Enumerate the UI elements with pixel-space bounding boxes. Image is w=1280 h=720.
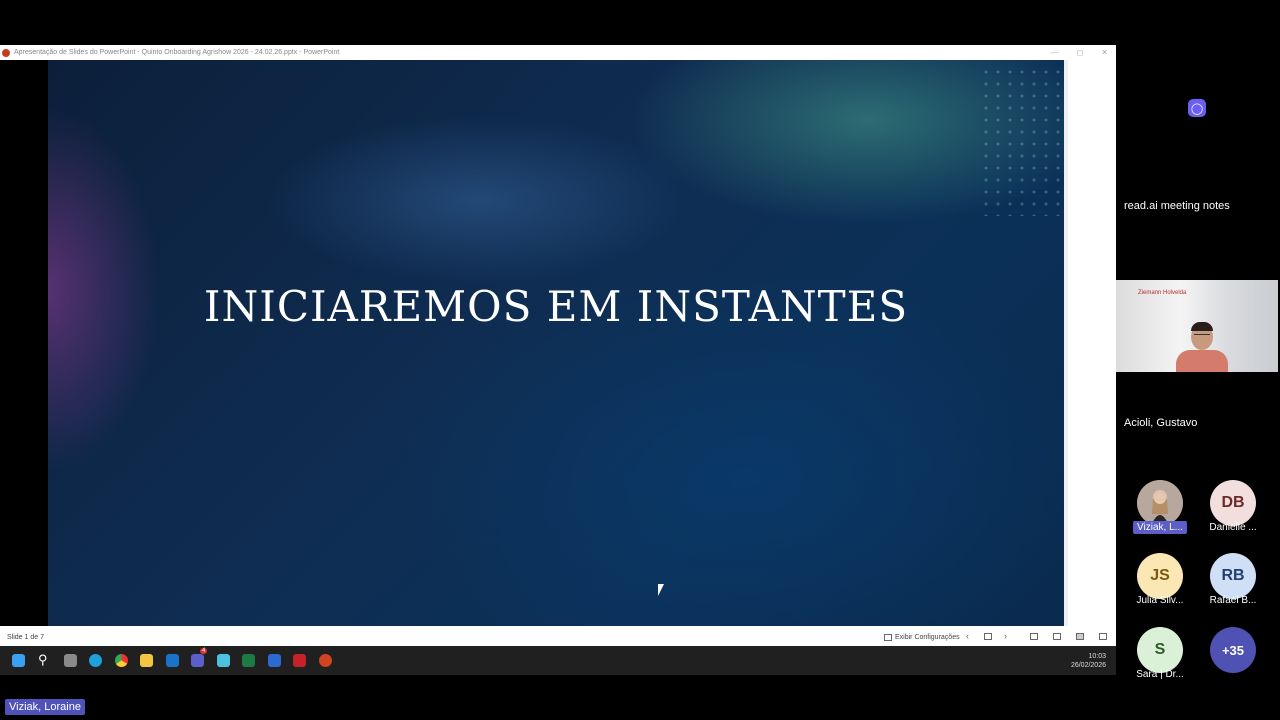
glasses — [1194, 334, 1210, 339]
participant-danielle[interactable]: DB — [1210, 480, 1256, 526]
windows-start-icon[interactable] — [12, 654, 25, 667]
previous-slide-icon[interactable]: ‹ — [966, 631, 969, 641]
reading-view-icon[interactable] — [1076, 633, 1084, 640]
maximize-icon[interactable]: ◻ — [1077, 48, 1084, 57]
teams-icon[interactable] — [191, 654, 204, 667]
minimize-icon[interactable]: — — [1051, 48, 1059, 57]
participant-name: Sara | Dr... — [1136, 669, 1184, 680]
windows-taskbar: ⚲ 4 10:03 26/02/2026 — [0, 646, 1116, 675]
avatar-initials: S — [1137, 627, 1183, 673]
teams-badge: 4 — [200, 648, 208, 654]
avatar-initials: RB — [1210, 553, 1256, 599]
monitor-icon — [884, 634, 892, 641]
window-title: Apresentação de Slides do PowerPoint - Q… — [14, 49, 340, 56]
slide-area: INICIAREMOS EM INSTANTES — [0, 60, 1068, 626]
slide-view-icon[interactable] — [984, 633, 992, 640]
powerpoint-statusbar: Slide 1 de 7 Exibir Configurações ‹ › — [0, 626, 1116, 646]
person-hair — [1191, 322, 1213, 331]
outlook-icon[interactable] — [166, 654, 179, 667]
dot-pattern-decoration — [980, 66, 1060, 216]
excel-icon[interactable] — [242, 654, 255, 667]
readai-participant-name: read.ai meeting notes — [1124, 200, 1230, 212]
powerpoint-titlebar: Apresentação de Slides do PowerPoint - Q… — [0, 45, 1116, 60]
slide-title: INICIAREMOS EM INSTANTES — [203, 282, 909, 331]
acrobat-icon[interactable] — [293, 654, 306, 667]
video-participant-name: Acioli, Gustavo — [1124, 417, 1198, 429]
participant-viziak[interactable] — [1137, 480, 1183, 526]
file-explorer-icon[interactable] — [140, 654, 153, 667]
taskbar-clock[interactable]: 10:03 26/02/2026 — [1071, 652, 1106, 670]
slide-sorter-icon[interactable] — [1053, 633, 1061, 640]
participant-video-tile[interactable]: Ziemann Holvelda — [1116, 280, 1278, 372]
notepad-icon[interactable] — [217, 654, 230, 667]
person-body — [1176, 350, 1228, 372]
word-icon[interactable] — [268, 654, 281, 667]
participant-julia[interactable]: JS — [1137, 553, 1183, 599]
search-icon[interactable]: ⚲ — [38, 652, 48, 668]
slide-edge — [1064, 60, 1068, 626]
participant-name: Rafael B... — [1209, 595, 1257, 606]
mouse-cursor-icon — [658, 584, 664, 596]
participant-rafael[interactable]: RB — [1210, 553, 1256, 599]
window-controls: — ◻ ✕ — [1051, 45, 1108, 60]
avatar-initials: DB — [1210, 480, 1256, 526]
clock-time: 10:03 — [1088, 653, 1106, 660]
avatar-initials: JS — [1137, 553, 1183, 599]
powerpoint-icon — [2, 48, 10, 57]
participant-sara[interactable]: S — [1137, 627, 1183, 673]
clock-date: 26/02/2026 — [1070, 662, 1106, 669]
display-settings-label: Exibir Configurações — [895, 634, 960, 641]
slideshow-view-icon[interactable] — [1099, 633, 1107, 640]
powerpoint-taskbar-icon[interactable] — [319, 654, 332, 667]
more-participants-count: +35 — [1210, 627, 1256, 673]
display-settings-button[interactable]: Exibir Configurações — [884, 634, 960, 641]
task-view-icon[interactable] — [64, 654, 77, 667]
edge-icon[interactable] — [89, 654, 102, 667]
participant-name: Julia Silv... — [1136, 595, 1184, 606]
slide-counter: Slide 1 de 7 — [7, 634, 44, 641]
more-participants-button[interactable]: +35 — [1210, 627, 1256, 673]
close-icon[interactable]: ✕ — [1101, 48, 1108, 57]
person-photo-icon — [1137, 480, 1183, 526]
participant-name: Viziak, L... — [1123, 521, 1197, 534]
presenter-name-tag: Viziak, Loraine — [5, 699, 85, 715]
video-logo: Ziemann Holvelda — [1138, 290, 1187, 296]
avatar-photo — [1137, 480, 1183, 526]
readai-chat-icon: ◯ — [1188, 99, 1206, 117]
chrome-icon[interactable] — [115, 654, 128, 667]
next-slide-icon[interactable]: › — [1004, 631, 1007, 641]
shared-screen: Apresentação de Slides do PowerPoint - Q… — [0, 45, 1116, 675]
normal-view-icon[interactable] — [1030, 633, 1038, 640]
slide[interactable]: INICIAREMOS EM INSTANTES — [48, 60, 1064, 626]
participant-name: Danielle ... — [1209, 522, 1257, 533]
